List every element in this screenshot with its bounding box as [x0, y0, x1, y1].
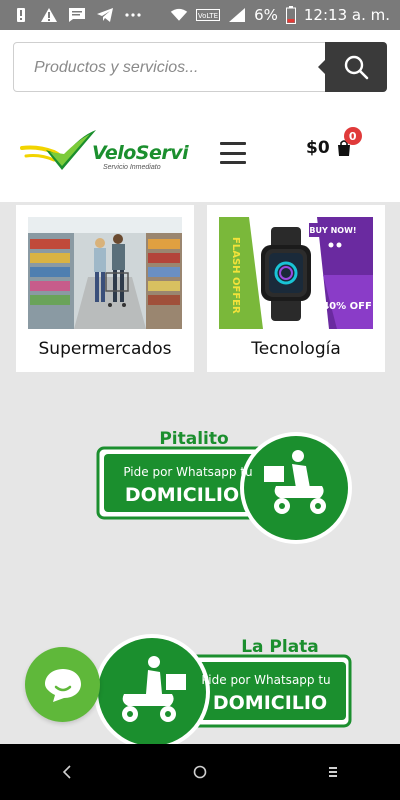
promo-banner-la-plata[interactable]: La Plata Pide por Whatsapp tu DOMICILIO: [94, 632, 356, 750]
logo-name: VeloServi: [92, 142, 189, 164]
search-button[interactable]: [318, 42, 387, 92]
shopping-bag-icon: 0: [336, 127, 362, 157]
search-bar: [13, 42, 387, 93]
veloservi-logo[interactable]: VeloServi Servicio Inmediato: [20, 126, 192, 182]
promo-line2: DOMICILIO: [125, 484, 239, 506]
promo-city: Pitalito: [159, 429, 228, 449]
warning-icon: [40, 6, 58, 24]
android-nav-bar: [0, 744, 400, 800]
recents-icon: [329, 767, 338, 777]
telegram-icon: [96, 6, 114, 24]
chat-bubble-icon: [44, 668, 81, 702]
category-label: Tecnología: [251, 339, 341, 359]
battery-percent: 6%: [254, 6, 278, 24]
cart-button[interactable]: $0 0: [306, 127, 362, 158]
category-card-supermercados[interactable]: Supermercados: [16, 205, 194, 372]
menu-button[interactable]: [220, 142, 246, 164]
promo-line1: Pide por Whatsapp tu: [123, 465, 252, 479]
promo-city: La Plata: [241, 637, 319, 657]
logo-swoosh-icon: [20, 130, 96, 170]
volte-icon: VoLTE: [196, 6, 221, 24]
status-bar: VoLTE 6% 12:13 a. m.: [0, 0, 400, 30]
cart-count-badge: 0: [343, 127, 362, 145]
hamburger-icon: [220, 142, 246, 145]
chat-button[interactable]: [25, 647, 100, 722]
category-card-tecnologia[interactable]: FLASH OFFER BUY NOW! 40% OFF Tecnología: [207, 205, 385, 372]
battery-icon: [285, 6, 296, 24]
logo-tagline: Servicio Inmediato: [103, 164, 161, 171]
promo-banner-pitalito[interactable]: Pitalito Pide por Whatsapp tu DOMICILIO: [96, 426, 358, 544]
promo-line1: Pide por Whatsapp tu: [201, 673, 330, 687]
supermarket-image: [28, 217, 182, 329]
promo-line2: DOMICILIO: [213, 692, 327, 714]
signal-icon: [228, 6, 246, 24]
buy-now-text: BUY NOW!: [309, 226, 356, 235]
cart-total: $0: [306, 138, 330, 158]
message-icon: [68, 6, 86, 24]
back-button[interactable]: [47, 752, 87, 792]
discount-text: 40% OFF: [322, 301, 372, 312]
svg-text:VoLTE: VoLTE: [198, 12, 218, 20]
search-input[interactable]: [32, 43, 326, 93]
hamburger-icon-bar: [220, 151, 246, 155]
flash-offer-text: FLASH OFFER: [230, 237, 241, 314]
back-icon: [62, 765, 71, 779]
clock: 12:13 a. m.: [303, 6, 390, 24]
home-icon: [193, 765, 207, 779]
recents-button[interactable]: [313, 752, 353, 792]
alert-icon: [12, 6, 30, 24]
smartwatch-image: FLASH OFFER BUY NOW! 40% OFF: [219, 217, 373, 329]
hamburger-icon-bar: [220, 161, 246, 164]
site-header: VeloServi Servicio Inmediato $0 0: [0, 30, 400, 202]
wifi-icon: [170, 6, 188, 24]
category-label: Supermercados: [38, 339, 172, 359]
search-icon: [344, 55, 369, 80]
more-icon: [124, 6, 142, 24]
home-button[interactable]: [180, 752, 220, 792]
